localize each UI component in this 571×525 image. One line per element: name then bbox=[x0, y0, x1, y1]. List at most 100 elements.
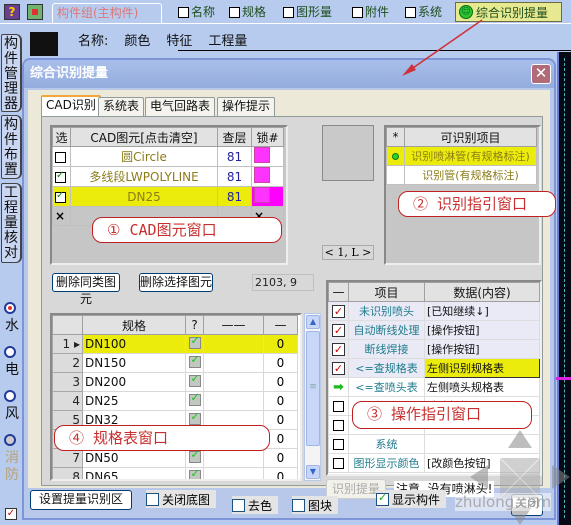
layer-icon[interactable] bbox=[27, 4, 43, 20]
spec-name[interactable]: DN65 bbox=[82, 467, 186, 479]
row-checkbox[interactable] bbox=[55, 170, 66, 183]
checkbox-icon[interactable] bbox=[146, 492, 159, 506]
header-col4[interactable]: — bbox=[263, 315, 298, 335]
tab-system-table[interactable]: 系统表 bbox=[98, 97, 145, 116]
header-col3[interactable]: —— bbox=[203, 315, 264, 335]
row-checkbox[interactable] bbox=[55, 151, 66, 163]
close-icon[interactable]: ✕ bbox=[531, 64, 551, 84]
op-item[interactable]: 图形显示颜色 bbox=[348, 453, 425, 473]
recognize-item[interactable]: 识别管(有规格标注) bbox=[404, 165, 537, 185]
table-row[interactable]: 圆Circle 81 bbox=[52, 146, 284, 167]
row-number[interactable]: 7 bbox=[52, 448, 83, 468]
table-row[interactable]: 1 ▸DN100 0 bbox=[52, 334, 298, 354]
spec-name[interactable]: DN25 bbox=[82, 391, 186, 411]
radio-hvac[interactable] bbox=[4, 390, 16, 402]
radio-water[interactable] bbox=[4, 302, 16, 314]
scroll-up-icon[interactable]: ▲ bbox=[306, 315, 320, 329]
checkbox-icon[interactable] bbox=[352, 6, 363, 18]
radio-electric[interactable] bbox=[4, 346, 16, 358]
remove-color-check[interactable]: 去色 bbox=[232, 496, 279, 514]
table-row[interactable]: ✓ 未识别喷头 [已知继续↓] bbox=[328, 301, 540, 321]
tab-tips[interactable]: 操作提示 bbox=[217, 97, 276, 116]
recognize-item[interactable]: 识别喷淋管(有规格标注) bbox=[404, 146, 537, 166]
header-question[interactable]: ? bbox=[185, 315, 204, 335]
tab-circuit-table[interactable]: 电气回路表 bbox=[145, 97, 216, 116]
table-row[interactable]: ✓ 自动断线处理 [操作按钮] bbox=[328, 320, 540, 340]
vtab-quantity-check[interactable]: 工程量核对 bbox=[1, 183, 22, 263]
row-number[interactable]: 3 bbox=[52, 372, 83, 392]
check-icon[interactable] bbox=[188, 372, 201, 387]
op-item[interactable]: 断线焊接 bbox=[348, 339, 425, 359]
scroll-thumb[interactable]: ≡ bbox=[306, 331, 320, 446]
table-row[interactable]: 2DN150 0 bbox=[52, 353, 298, 373]
toolbar-check-system[interactable]: 系统 bbox=[405, 4, 442, 20]
table-row[interactable]: ✓ 断线焊接 [操作按钮] bbox=[328, 339, 540, 359]
checkbox-icon[interactable] bbox=[405, 6, 416, 18]
table-row[interactable]: 多线段LWPOLYLINE 81 bbox=[52, 166, 284, 187]
smart-recognize-button[interactable]: ☺ 综合识别提量 bbox=[455, 2, 562, 22]
op-item[interactable]: 系统 bbox=[348, 434, 425, 454]
flag-check-icon[interactable]: ✓ bbox=[332, 343, 345, 356]
lock-color[interactable] bbox=[251, 186, 284, 207]
row-number[interactable]: 8 bbox=[52, 467, 83, 479]
checkbox-icon[interactable] bbox=[376, 491, 389, 506]
header-select[interactable]: 选 bbox=[52, 127, 71, 147]
color-swatch[interactable] bbox=[30, 32, 58, 56]
delete-same-type-button[interactable]: 删除同类图元 bbox=[52, 273, 120, 306]
spec-scrollbar[interactable]: ▲ ≡ ▼ bbox=[304, 313, 321, 481]
close-base-map-check[interactable]: 关闭底图 bbox=[146, 490, 217, 508]
radio-fire[interactable] bbox=[4, 434, 16, 446]
delete-selected-button[interactable]: 删除选择图元 bbox=[139, 273, 213, 292]
toolbar-check-spec[interactable]: 规格 bbox=[229, 4, 266, 20]
checkbox-icon[interactable] bbox=[333, 458, 344, 469]
spec-name[interactable]: DN200 bbox=[82, 372, 186, 392]
table-row[interactable]: 识别喷淋管(有规格标注) bbox=[386, 146, 537, 166]
op-data[interactable]: 左侧喷头规格表 bbox=[424, 377, 540, 397]
lock-color[interactable] bbox=[251, 166, 284, 187]
check-icon[interactable] bbox=[188, 448, 201, 463]
help-icon[interactable]: ? bbox=[4, 4, 20, 20]
table-row[interactable]: 7DN50 0 bbox=[52, 448, 298, 468]
row-number[interactable]: 2 bbox=[52, 353, 83, 373]
check-icon[interactable] bbox=[188, 467, 201, 479]
checkbox-icon[interactable] bbox=[292, 498, 305, 512]
flag-check-icon[interactable]: ✓ bbox=[332, 305, 345, 318]
checkbox-icon[interactable] bbox=[283, 6, 294, 18]
show-component-check[interactable]: 显示构件 bbox=[376, 490, 447, 508]
checkbox-icon[interactable] bbox=[229, 6, 240, 18]
flag-check-icon[interactable]: ✓ bbox=[332, 362, 345, 375]
op-item[interactable]: 自动断线处理 bbox=[348, 320, 425, 340]
header-cad-element[interactable]: CAD图元[点击清空] bbox=[70, 127, 218, 147]
checkbox-icon[interactable] bbox=[178, 6, 189, 18]
header-layer[interactable]: 查层 bbox=[217, 127, 252, 147]
toolbar-check-graphic-qty[interactable]: 图形量 bbox=[283, 4, 332, 20]
spec-name[interactable]: DN100 bbox=[82, 334, 186, 354]
checkbox-icon[interactable] bbox=[232, 498, 245, 512]
table-row[interactable]: 3DN200 0 bbox=[52, 372, 298, 392]
toolbar-check-name[interactable]: 名称 bbox=[178, 4, 215, 20]
vtab-component-layout[interactable]: 构件布置 bbox=[1, 115, 22, 179]
table-row[interactable]: 4DN25 0 bbox=[52, 391, 298, 411]
op-item[interactable]: <=查喷头表 bbox=[348, 377, 425, 397]
check-icon[interactable] bbox=[188, 410, 201, 425]
op-data[interactable]: [已知继续↓] bbox=[424, 301, 540, 321]
block-check[interactable]: 图块 bbox=[292, 496, 339, 514]
flag-check-icon[interactable]: ✓ bbox=[332, 324, 345, 337]
op-data[interactable]: [操作按钮] bbox=[424, 339, 540, 359]
vtab-component-manager[interactable]: 构件管理器 bbox=[1, 34, 22, 112]
nav-label[interactable]: < 1, L > bbox=[322, 245, 374, 260]
spec-name[interactable]: DN150 bbox=[82, 353, 186, 373]
table-row[interactable]: ✓ <=查规格表 左侧识别规格表 bbox=[328, 358, 540, 378]
op-data[interactable]: [操作按钮] bbox=[424, 320, 540, 340]
checkbox-icon[interactable] bbox=[333, 420, 344, 431]
header-spec[interactable]: 规格 bbox=[82, 315, 186, 335]
lock-color[interactable] bbox=[251, 146, 284, 167]
tab-component-group[interactable]: 构件组(主构件) bbox=[52, 3, 162, 23]
left-checkbox[interactable]: ✓ bbox=[5, 508, 17, 520]
op-data[interactable]: 左侧识别规格表 bbox=[424, 358, 540, 378]
table-row[interactable]: ➡ <=查喷头表 左侧喷头规格表 bbox=[328, 377, 540, 397]
header-lock[interactable]: 锁# bbox=[251, 127, 284, 147]
toolbar-check-attachment[interactable]: 附件 bbox=[352, 4, 389, 20]
row-checkbox[interactable] bbox=[55, 190, 66, 203]
tab-cad-recognize[interactable]: CAD识别 bbox=[41, 95, 101, 117]
